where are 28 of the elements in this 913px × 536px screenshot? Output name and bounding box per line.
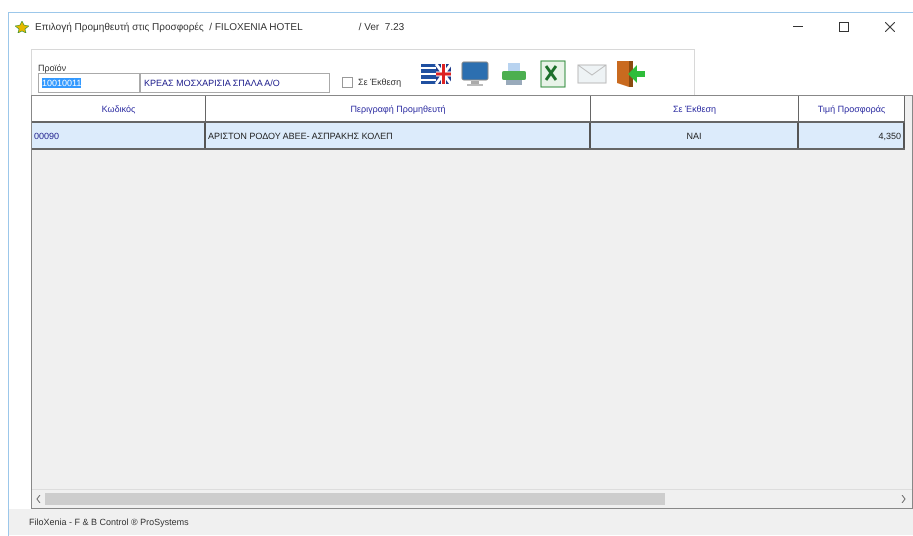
column-header: Περιγραφή Προμηθευτή bbox=[206, 96, 591, 121]
horizontal-scrollbar[interactable] bbox=[32, 489, 912, 508]
close-icon bbox=[885, 22, 895, 32]
envelope-icon bbox=[577, 64, 608, 84]
table-cell: 00090 bbox=[32, 123, 206, 148]
version-label: / Ver 7.23 bbox=[358, 22, 404, 32]
exit-door-icon bbox=[615, 59, 648, 89]
maximize-icon bbox=[839, 22, 849, 32]
scroll-right-icon[interactable] bbox=[901, 495, 906, 503]
product-label: Προϊόν bbox=[38, 63, 68, 73]
status-text: FiloXenia - F & B Control ® ProSystems bbox=[29, 517, 189, 527]
on-display-checkbox[interactable]: Σε Έκθεση bbox=[342, 71, 402, 93]
table-cell: ΑΡΙΣΤΟΝ ΡΟΔΟΥ ΑΒΕΕ- ΑΣΠΡΑΚΗΣ ΚΟΛΕΠ bbox=[206, 123, 591, 148]
table-row[interactable]: 00090 ΑΡΙΣΤΟΝ ΡΟΔΟΥ ΑΒΕΕ- ΑΣΠΡΑΚΗΣ ΚΟΛΕΠ ΝΑΙ 4,350 bbox=[32, 123, 905, 150]
minimize-icon bbox=[793, 26, 803, 28]
printer-icon bbox=[501, 62, 528, 86]
scroll-left-icon[interactable] bbox=[36, 495, 41, 503]
monitor-icon bbox=[461, 61, 490, 87]
window-title: Επιλογή Προμηθευτή στις Προσφορές / FILOXENIA HOTEL bbox=[35, 22, 303, 32]
table-cell: 4,350 bbox=[799, 123, 905, 148]
spreadsheet-icon bbox=[540, 60, 566, 88]
flags-icon bbox=[421, 64, 452, 84]
column-header: Κωδικός bbox=[32, 96, 206, 121]
column-header: Τιμή Προσφοράς bbox=[799, 96, 905, 121]
column-header: Σε Έκθεση bbox=[591, 96, 799, 121]
star-logo-icon bbox=[15, 21, 29, 33]
table-cell: ΝΑΙ bbox=[591, 123, 799, 148]
product-description-field[interactable]: ΚΡΕΑΣ ΜΟΣΧΑΡΙΣΙΑ ΣΠΑΛΑ Α/Ο bbox=[140, 73, 330, 93]
